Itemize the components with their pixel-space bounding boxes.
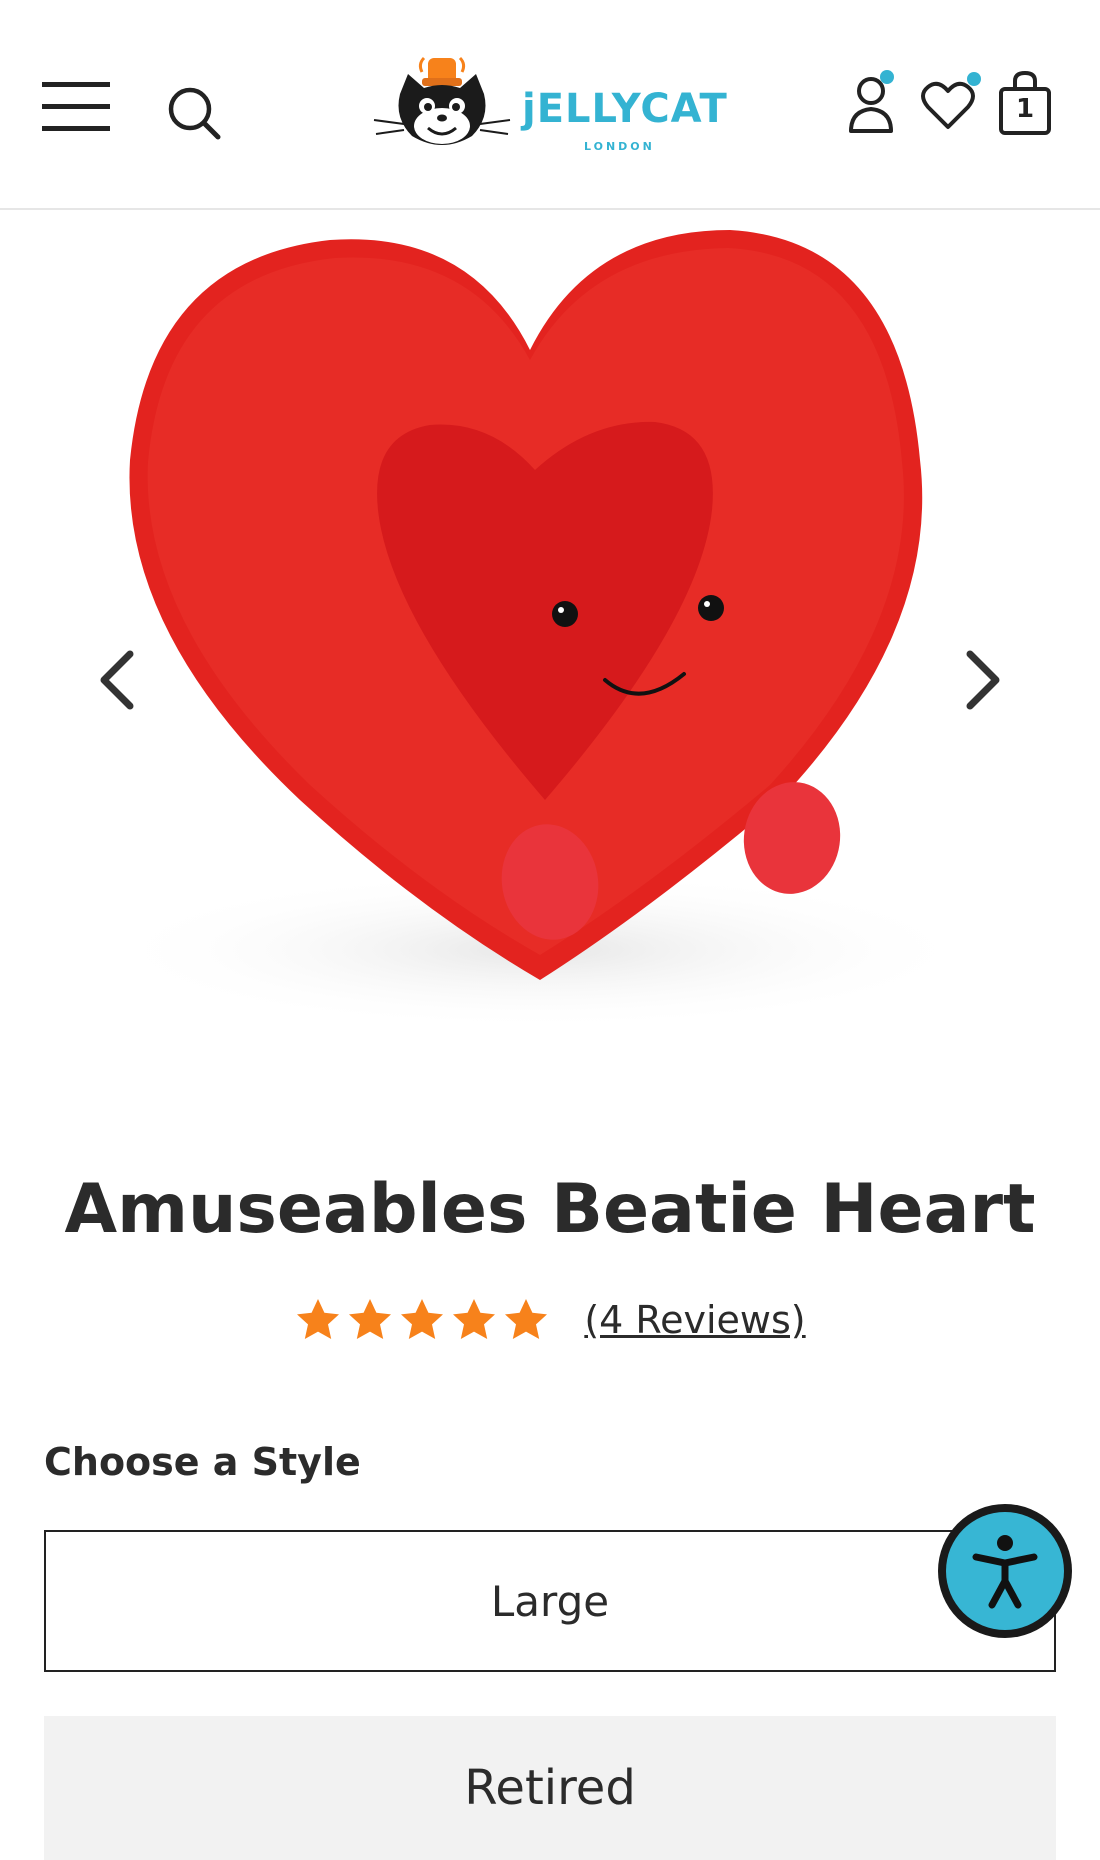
star-icon [453, 1299, 496, 1339]
star-icon [505, 1299, 548, 1339]
chevron-left-icon [100, 650, 134, 710]
product-gallery[interactable] [0, 210, 1100, 1070]
previous-image-button[interactable] [78, 640, 158, 720]
hamburger-icon [42, 82, 110, 131]
accessibility-icon [972, 1535, 1038, 1609]
wishlist-button[interactable] [916, 64, 986, 144]
account-icon [849, 70, 894, 133]
product-rating: (4 Reviews) [0, 1296, 1100, 1344]
search-icon [168, 87, 221, 140]
chevron-right-icon [966, 650, 1000, 710]
style-option-label: Large [490, 1576, 610, 1626]
reviews-link[interactable]: (4 Reviews) [584, 1298, 805, 1342]
heart-outline-icon [921, 72, 981, 129]
next-image-button[interactable] [942, 640, 1022, 720]
star-rating [294, 1296, 550, 1344]
bag-button[interactable]: 1 [990, 64, 1060, 144]
search-button[interactable] [156, 78, 232, 148]
jellycat-logo[interactable]: jELLYCAT LONDON [372, 44, 732, 160]
style-option-retired[interactable]: Retired [44, 1716, 1056, 1860]
menu-button[interactable] [36, 72, 116, 142]
style-selector-label: Choose a Style [44, 1440, 361, 1484]
cat-logo-icon [373, 56, 511, 145]
bag-count: 1 [1015, 94, 1035, 124]
star-icon [401, 1299, 444, 1339]
accessibility-button[interactable] [938, 1504, 1072, 1638]
accessibility-button-inner [946, 1512, 1064, 1630]
account-button[interactable] [838, 64, 908, 144]
style-option-large[interactable]: Large [44, 1530, 1056, 1672]
product-title: Amuseables Beatie Heart [64, 1170, 1036, 1249]
product-image [100, 230, 980, 1030]
logo-wordmark: jELLYCAT [522, 86, 728, 132]
style-option-label: Retired [464, 1760, 636, 1816]
logo-subtitle: LONDON [584, 140, 655, 153]
site-header: jELLYCAT LONDON 1 [0, 0, 1100, 210]
star-icon [349, 1299, 392, 1339]
star-icon [297, 1299, 340, 1339]
